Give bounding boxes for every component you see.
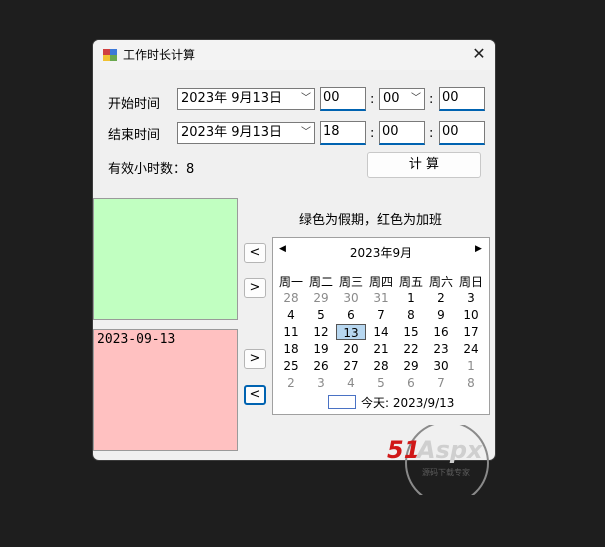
calendar-day[interactable]: 6 — [336, 307, 366, 323]
weekday-header: 周三 — [338, 275, 363, 289]
weekday-header: 周日 — [458, 275, 483, 289]
watermark-logo: 51 Aspx 源码下载专家 — [387, 425, 489, 495]
end-second-input[interactable]: 00 — [439, 121, 485, 145]
calendar-day[interactable]: 17 — [456, 324, 486, 340]
end-minute-input[interactable]: 00 — [379, 121, 425, 145]
calendar-day[interactable]: 30 — [336, 290, 366, 306]
weekday-header: 周五 — [398, 275, 423, 289]
effective-hours-label: 有效小时数：8 — [108, 162, 195, 177]
start-minute-value: 00 — [383, 91, 400, 106]
end-date-picker[interactable]: 2023年 9月13日 ﹀ — [177, 122, 315, 144]
calendar-day[interactable]: 7 — [366, 307, 396, 323]
overtime-list[interactable]: 2023-09-13 — [93, 329, 238, 451]
start-hour-input[interactable]: 00 — [320, 87, 366, 111]
close-icon[interactable]: ✕ — [469, 44, 489, 64]
calendar-day[interactable]: 24 — [456, 341, 486, 357]
next-month-icon[interactable]: ▶ — [475, 244, 482, 254]
calendar-day[interactable]: 4 — [276, 307, 306, 323]
start-date-value: 2023年 9月13日 — [181, 91, 283, 106]
add-holiday-button[interactable]: > — [244, 278, 266, 298]
calculate-button[interactable]: 计 算 — [367, 152, 481, 178]
calendar-month-label[interactable]: 2023年9月 — [273, 244, 489, 260]
colon: : — [370, 92, 375, 107]
chevron-down-icon: ﹀ — [301, 93, 311, 104]
calendar-day[interactable]: 5 — [366, 375, 396, 391]
calendar-day[interactable]: 22 — [396, 341, 426, 357]
calendar-day[interactable]: 28 — [366, 358, 396, 374]
weekday-header: 周四 — [368, 275, 393, 289]
weekday-header: 周二 — [308, 275, 333, 289]
remove-overtime-button[interactable]: > — [244, 349, 266, 369]
calendar-day[interactable]: 3 — [456, 290, 486, 306]
window-title: 工作时长计算 — [123, 48, 196, 62]
calendar-day[interactable]: 25 — [276, 358, 306, 374]
watermark-text: 51 — [387, 436, 420, 464]
calendar-day[interactable]: 14 — [366, 324, 396, 340]
calendar-day[interactable]: 30 — [426, 358, 456, 374]
calendar-day[interactable]: 21 — [366, 341, 396, 357]
overtime-item[interactable]: 2023-09-13 — [97, 332, 234, 347]
calendar-day[interactable]: 4 — [336, 375, 366, 391]
main-window: 工作时长计算 ✕ 开始时间 2023年 9月13日 ﹀ 00 : 00 ﹀ : … — [93, 40, 495, 460]
calendar-day[interactable]: 2 — [276, 375, 306, 391]
calendar-day[interactable]: 7 — [426, 375, 456, 391]
calendar-day[interactable]: 5 — [306, 307, 336, 323]
calendar-day[interactable]: 10 — [456, 307, 486, 323]
calendar-day[interactable]: 19 — [306, 341, 336, 357]
calendar-day[interactable]: 26 — [306, 358, 336, 374]
calendar-day[interactable]: 12 — [306, 324, 336, 340]
color-hint: 绿色为假期，红色为加班 — [299, 213, 443, 228]
start-time-label: 开始时间 — [108, 97, 161, 112]
calendar-day[interactable]: 16 — [426, 324, 456, 340]
calendar-day[interactable]: 6 — [396, 375, 426, 391]
weekday-header: 周一 — [278, 275, 303, 289]
start-minute-select[interactable]: 00 ﹀ — [379, 88, 425, 110]
calendar-day[interactable]: 28 — [276, 290, 306, 306]
calendar-day[interactable]: 27 — [336, 358, 366, 374]
calendar-day[interactable]: 13 — [336, 324, 366, 340]
title-bar: 工作时长计算 ✕ — [93, 40, 495, 70]
calendar-day[interactable]: 23 — [426, 341, 456, 357]
watermark-sub: 源码下载专家 — [422, 467, 470, 477]
holiday-list[interactable] — [93, 198, 238, 320]
calendar-day[interactable]: 8 — [456, 375, 486, 391]
app-icon — [103, 49, 117, 61]
colon: : — [370, 126, 375, 141]
today-marker — [328, 395, 356, 409]
chevron-down-icon: ﹀ — [301, 127, 311, 138]
watermark-text-2: Aspx — [415, 436, 484, 464]
weekday-header: 周六 — [428, 275, 453, 289]
end-date-value: 2023年 9月13日 — [181, 125, 283, 140]
calendar-day[interactable]: 2 — [426, 290, 456, 306]
calendar-day[interactable]: 31 — [366, 290, 396, 306]
end-hour-input[interactable]: 18 — [320, 121, 366, 145]
remove-holiday-button[interactable]: < — [244, 243, 266, 263]
calendar-day[interactable]: 1 — [456, 358, 486, 374]
month-calendar[interactable]: ◀ 2023年9月 ▶ 周一 周二 周三 周四 周五 周六 周日 28 29 30 31 1 2 3 4 5 6… — [272, 237, 490, 415]
calendar-day[interactable]: 29 — [306, 290, 336, 306]
today-link[interactable]: 今天: 2023/9/13 — [361, 394, 454, 411]
calendar-day[interactable]: 9 — [426, 307, 456, 323]
calendar-day[interactable]: 15 — [396, 324, 426, 340]
calendar-day[interactable]: 11 — [276, 324, 306, 340]
chevron-down-icon: ﹀ — [411, 93, 421, 104]
calendar-day[interactable]: 8 — [396, 307, 426, 323]
colon: : — [429, 126, 434, 141]
calendar-day[interactable]: 3 — [306, 375, 336, 391]
end-time-label: 结束时间 — [108, 128, 161, 143]
start-date-picker[interactable]: 2023年 9月13日 ﹀ — [177, 88, 315, 110]
calendar-day[interactable]: 18 — [276, 341, 306, 357]
calendar-day[interactable]: 20 — [336, 341, 366, 357]
add-overtime-button[interactable]: < — [244, 385, 266, 405]
start-second-input[interactable]: 00 — [439, 87, 485, 111]
colon: : — [429, 92, 434, 107]
calendar-day[interactable]: 1 — [396, 290, 426, 306]
calendar-day[interactable]: 29 — [396, 358, 426, 374]
